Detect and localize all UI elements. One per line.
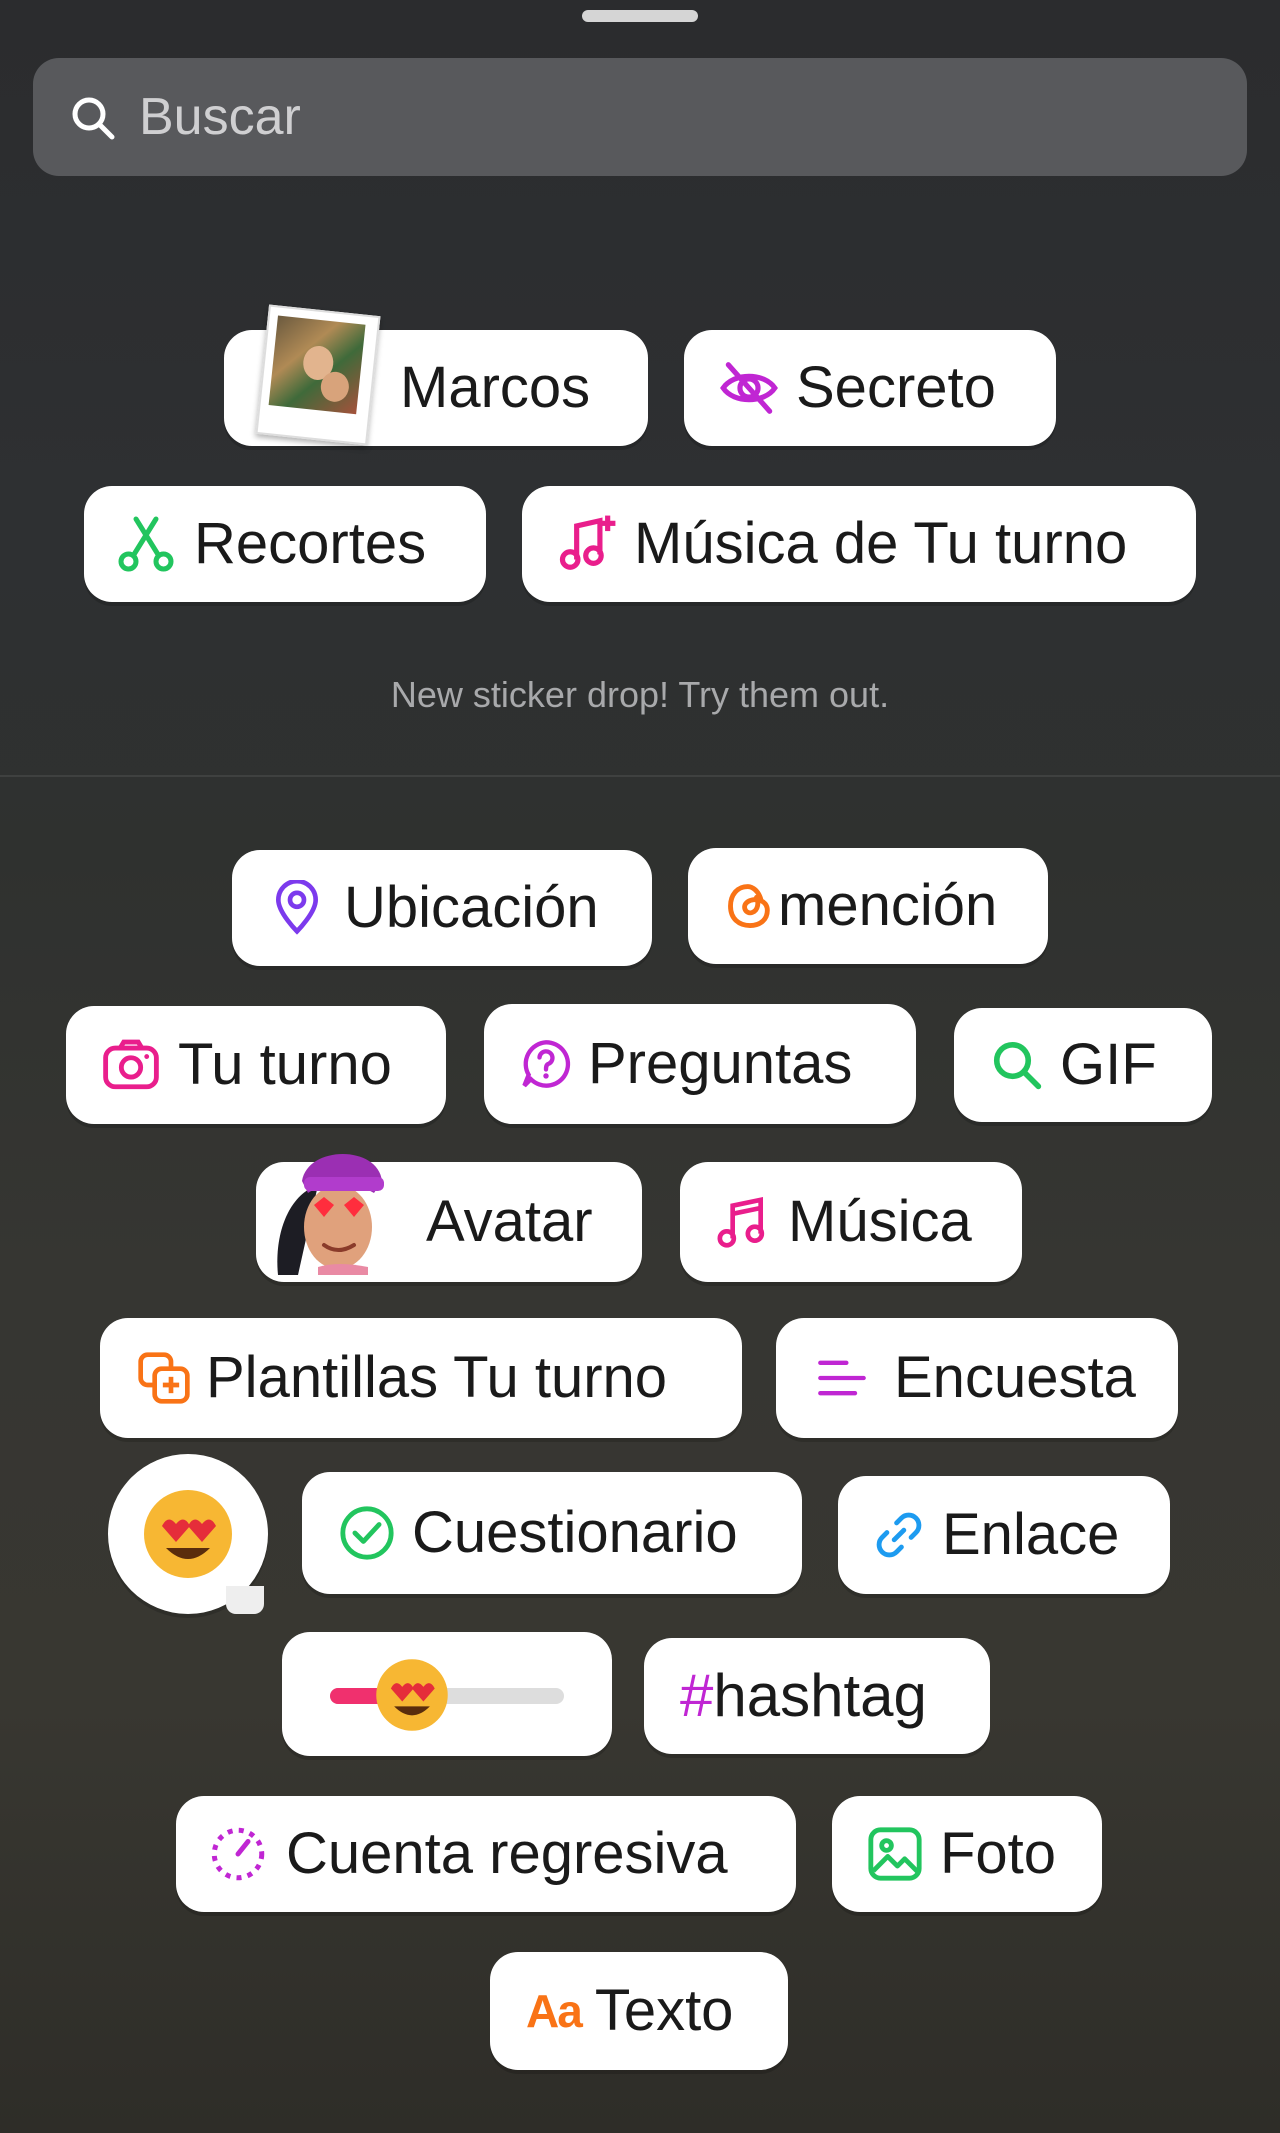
sticker-enlace[interactable]: Enlace xyxy=(838,1476,1170,1594)
sticker-foto[interactable]: Foto xyxy=(832,1796,1102,1912)
countdown-icon xyxy=(211,1827,265,1881)
sticker-label: Ubicación xyxy=(344,875,599,940)
heart-eyes-emoji-icon[interactable] xyxy=(373,1656,451,1734)
sticker-gif[interactable]: GIF xyxy=(954,1008,1212,1122)
bubble-tail xyxy=(226,1586,264,1614)
search-icon xyxy=(993,1041,1042,1090)
search-bar[interactable]: Buscar xyxy=(33,58,1247,176)
sticker-label: #hashtag xyxy=(680,1662,927,1729)
sticker-encuesta[interactable]: Encuesta xyxy=(776,1318,1178,1438)
sticker-cuenta-regresiva[interactable]: Cuenta regresiva xyxy=(176,1796,796,1912)
sticker-label: Encuesta xyxy=(894,1345,1136,1410)
sticker-ubicacion[interactable]: Ubicación xyxy=(232,850,652,966)
sticker-label: Foto xyxy=(940,1821,1057,1886)
music-note-icon xyxy=(717,1196,765,1248)
sticker-musica-tu-turno[interactable]: Música de Tu turno xyxy=(522,486,1196,602)
sticker-label: Recortes xyxy=(194,511,427,576)
sticker-tu-turno[interactable]: Tu turno xyxy=(66,1006,446,1124)
sticker-preguntas[interactable]: Preguntas xyxy=(484,1004,916,1124)
sticker-label: Música de Tu turno xyxy=(634,511,1128,576)
sticker-label: Preguntas xyxy=(588,1031,853,1096)
sticker-cuestionario[interactable]: Cuestionario xyxy=(302,1472,802,1594)
sticker-label: Texto xyxy=(594,1978,734,2043)
sticker-label: Cuestionario xyxy=(412,1500,738,1565)
sticker-texto[interactable]: Aa Texto xyxy=(490,1952,788,2070)
sticker-label: Tu turno xyxy=(178,1032,392,1097)
image-icon xyxy=(868,1827,922,1881)
sticker-label: GIF xyxy=(1060,1032,1157,1097)
link-icon xyxy=(876,1512,922,1558)
templates-icon xyxy=(138,1352,190,1404)
search-placeholder: Buscar xyxy=(139,88,301,146)
scissors-icon xyxy=(118,516,174,572)
sticker-label: Avatar xyxy=(426,1189,593,1254)
emoji-reaction-sticker[interactable] xyxy=(108,1454,268,1614)
eye-off-icon xyxy=(720,362,778,414)
text-aa-icon: Aa xyxy=(526,1985,583,2037)
section-divider xyxy=(0,775,1280,777)
sticker-label: Marcos xyxy=(400,355,591,420)
sticker-label: Secreto xyxy=(796,355,996,420)
sticker-plantillas-tu-turno[interactable]: Plantillas Tu turno xyxy=(100,1318,742,1438)
sticker-label: mención xyxy=(778,873,998,938)
threads-icon xyxy=(728,884,770,928)
sticker-secreto[interactable]: Secreto xyxy=(684,330,1056,446)
photo-thumbnail xyxy=(255,304,381,446)
camera-icon xyxy=(103,1039,159,1090)
location-pin-icon xyxy=(275,880,319,935)
new-sticker-note: New sticker drop! Try them out. xyxy=(390,674,890,715)
sticker-mencion[interactable]: mención xyxy=(688,848,1048,964)
heart-eyes-emoji-icon xyxy=(144,1490,232,1578)
drag-handle[interactable] xyxy=(582,10,698,22)
sticker-emoji-slider[interactable] xyxy=(282,1632,612,1756)
avatar-image xyxy=(277,1154,384,1275)
sticker-label: Enlace xyxy=(942,1502,1120,1567)
sticker-hashtag[interactable]: #hashtag xyxy=(644,1638,990,1754)
check-circle-icon xyxy=(340,1506,394,1560)
sticker-musica[interactable]: Música xyxy=(680,1162,1022,1282)
sticker-label: Plantillas Tu turno xyxy=(206,1345,668,1410)
poll-icon xyxy=(818,1360,866,1396)
search-icon xyxy=(72,97,115,140)
sticker-label: Cuenta regresiva xyxy=(286,1821,728,1886)
sticker-label: Música xyxy=(788,1189,972,1254)
sticker-recortes[interactable]: Recortes xyxy=(84,486,486,602)
music-add-icon xyxy=(559,515,616,570)
question-bubble-icon xyxy=(522,1040,571,1088)
